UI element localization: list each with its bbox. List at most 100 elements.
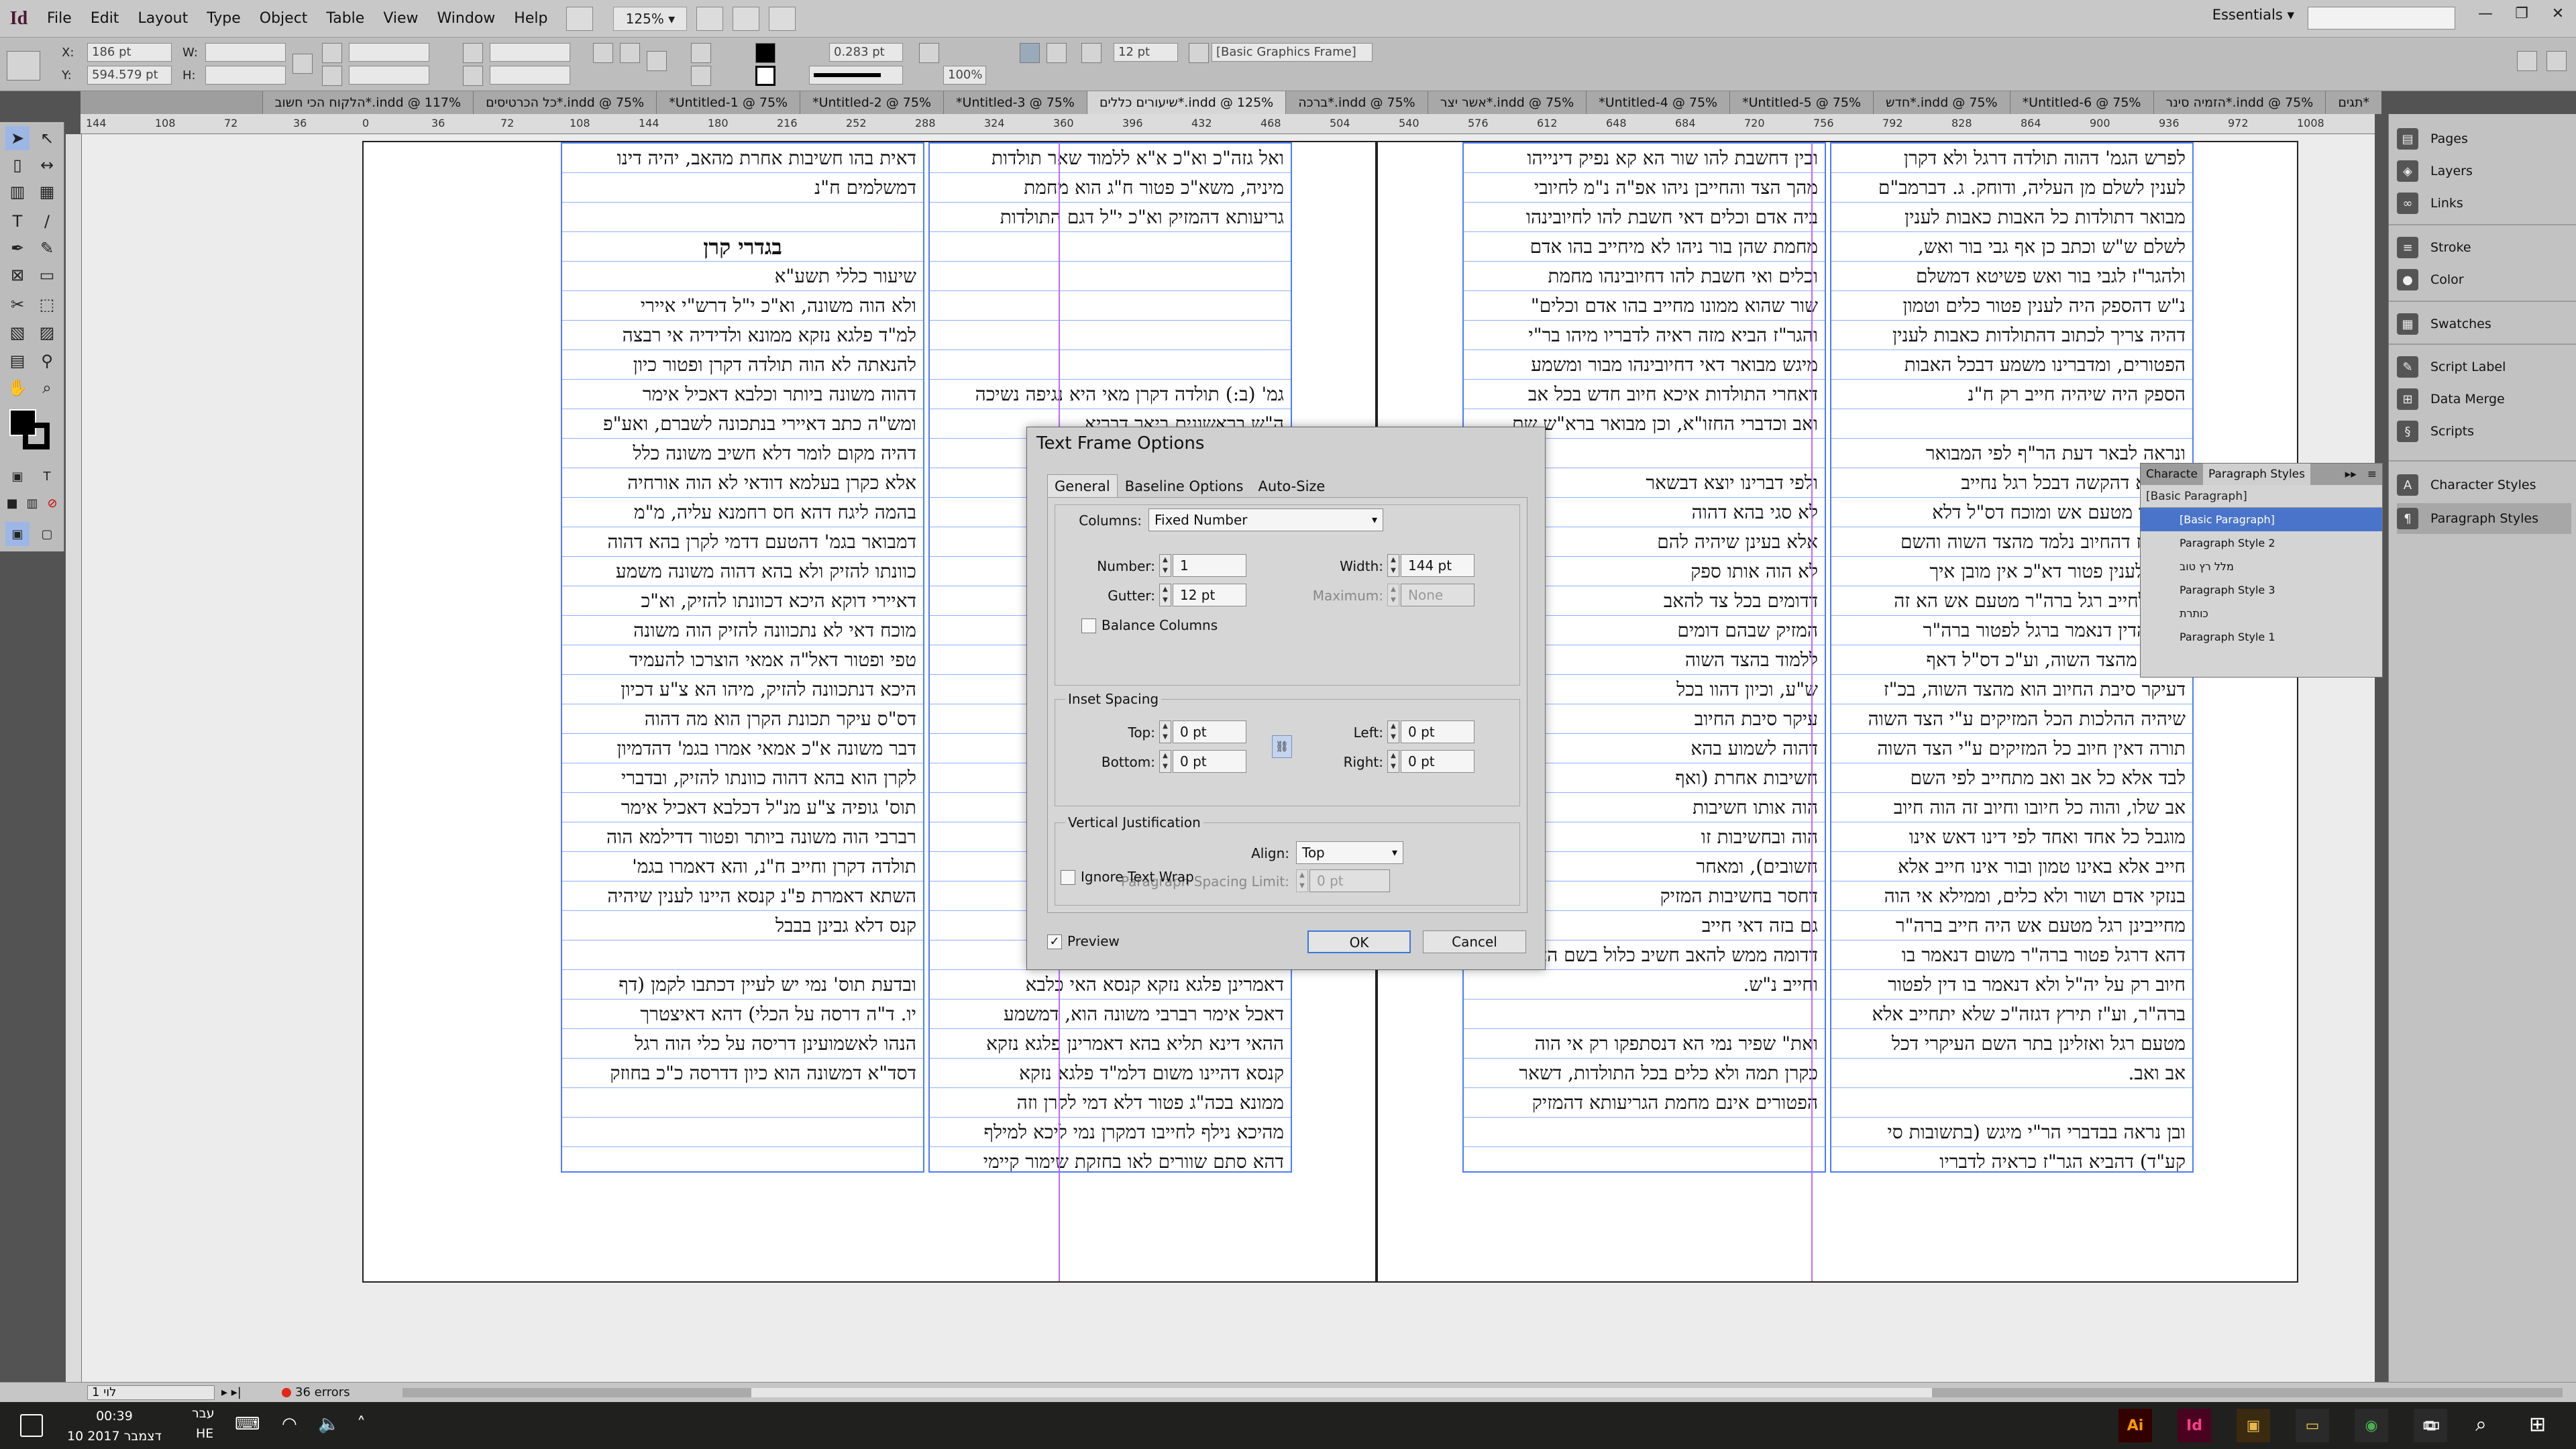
ignore-text-wrap-checkbox[interactable] bbox=[1061, 870, 1075, 885]
cancel-button[interactable]: Cancel bbox=[1423, 930, 1526, 953]
apply-none-icon[interactable]: ⊘ bbox=[40, 491, 64, 515]
frame-options-icon[interactable] bbox=[1189, 43, 1209, 63]
panel-color[interactable]: ● Color bbox=[2397, 264, 2571, 295]
panel-pages[interactable]: ▤ Pages bbox=[2397, 123, 2571, 154]
view-options-icon[interactable] bbox=[696, 6, 724, 31]
vertical-ruler[interactable] bbox=[66, 134, 82, 1382]
gutter-icon[interactable] bbox=[1081, 43, 1102, 63]
page-navigation-icon[interactable]: ▸ ▸| bbox=[221, 1385, 241, 1399]
windows-start-icon[interactable]: ⊞ bbox=[2529, 1413, 2546, 1436]
constrain-proportions-icon[interactable] bbox=[292, 54, 313, 74]
stroke-weight-field[interactable]: 0.283 pt bbox=[829, 43, 903, 62]
rotate-angle-icon[interactable] bbox=[463, 43, 483, 63]
text-frame-left-col[interactable]: דאית בהו חשיבות אחרת מהאב, יהיה דינו דמשל… bbox=[561, 142, 924, 1173]
close-button[interactable]: ✕ bbox=[2540, 0, 2576, 27]
panel-character-styles[interactable]: A Character Styles bbox=[2397, 470, 2571, 500]
panel-layers[interactable]: ◈ Layers bbox=[2397, 156, 2571, 186]
scissors-tool-icon[interactable]: ✂ bbox=[5, 292, 30, 317]
document-tab[interactable]: אשר יצר*.indd @ 75% bbox=[1427, 91, 1587, 114]
panel-links[interactable]: ∞ Links bbox=[2397, 188, 2571, 219]
page-tool-icon[interactable]: ▯ bbox=[5, 153, 30, 177]
document-tab[interactable]: כל הכרטיסים*.indd @ 75% bbox=[473, 91, 657, 114]
gradient-feather-tool-icon[interactable]: ▨ bbox=[35, 321, 59, 345]
menu-help[interactable]: Help bbox=[504, 0, 557, 38]
fit-content-icon[interactable] bbox=[1046, 43, 1067, 63]
top-field[interactable]: 0 pt bbox=[1173, 720, 1246, 743]
stroke-color-icon[interactable] bbox=[23, 423, 50, 449]
document-tab[interactable]: *Untitled-3 @ 75% bbox=[943, 91, 1087, 114]
type-tool-icon[interactable]: T bbox=[5, 209, 30, 233]
document-tab[interactable]: תגים* bbox=[2325, 91, 2381, 114]
paragraph-style-item[interactable]: Paragraph Style 3 bbox=[2141, 578, 2382, 602]
content-collector-icon[interactable]: ▥ bbox=[5, 180, 30, 204]
zoom-tool-icon[interactable]: ⌕ bbox=[35, 376, 59, 400]
volume-icon[interactable]: 🔈 bbox=[318, 1414, 339, 1434]
x-position-field[interactable]: 186 pt bbox=[87, 43, 172, 62]
right-stepper[interactable]: ▲ ▼ bbox=[1387, 750, 1399, 773]
content-placer-icon[interactable]: ▦ bbox=[35, 180, 59, 204]
minimize-button[interactable]: — bbox=[2467, 0, 2504, 27]
ok-button[interactable]: OK bbox=[1307, 930, 1411, 953]
eyedropper-tool-icon[interactable]: ⚲ bbox=[35, 349, 59, 373]
formatting-text-icon[interactable]: T bbox=[35, 464, 59, 488]
normal-mode-icon[interactable]: ▣ bbox=[5, 522, 30, 546]
tab-paragraph-styles[interactable]: Paragraph Styles bbox=[2202, 464, 2310, 485]
taskbar-app-icon[interactable]: ▭ bbox=[2296, 1409, 2329, 1442]
number-stepper[interactable]: ▲ ▼ bbox=[1159, 554, 1171, 577]
page-number-select[interactable]: 1 לוי bbox=[87, 1385, 215, 1400]
left-field[interactable]: 0 pt bbox=[1401, 720, 1474, 743]
panel-data-merge[interactable]: ⊞ Data Merge bbox=[2397, 384, 2571, 415]
menu-edit[interactable]: Edit bbox=[81, 0, 129, 38]
rotate-90-cw-icon[interactable] bbox=[593, 43, 613, 63]
line-tool-icon[interactable]: / bbox=[35, 209, 59, 233]
document-tab[interactable]: *Untitled-6 @ 75% bbox=[2009, 91, 2153, 114]
shear-angle-field[interactable] bbox=[490, 66, 570, 85]
stroke-type-select[interactable] bbox=[809, 66, 903, 85]
panel-stroke[interactable]: ≡ Stroke bbox=[2397, 232, 2571, 263]
document-tab[interactable]: ברכה*.indd @ 75% bbox=[1285, 91, 1428, 114]
horizontal-scrollbar[interactable] bbox=[402, 1388, 2563, 1397]
menu-type[interactable]: Type bbox=[197, 0, 250, 38]
rotate-90-ccw-icon[interactable] bbox=[620, 43, 640, 63]
preview-checkbox[interactable]: ✓ bbox=[1047, 934, 1062, 949]
gutter-stepper[interactable]: ▲ ▼ bbox=[1159, 584, 1171, 606]
zoom-level-select[interactable]: 125% ▾ bbox=[613, 6, 688, 31]
menu-layout[interactable]: Layout bbox=[128, 0, 197, 38]
taskbar-app-icon[interactable]: ▣ bbox=[2237, 1409, 2270, 1442]
text-frame-right-col[interactable]: לפרש הגמ' דהוה תולדה דרגל ולא דקרן לענין … bbox=[1830, 142, 2194, 1173]
note-tool-icon[interactable]: ▤ bbox=[5, 349, 30, 373]
width-stepper[interactable]: ▲ ▼ bbox=[1387, 554, 1399, 577]
document-tab[interactable]: הזמיה סינר*.indd @ 75% bbox=[2153, 91, 2326, 114]
left-stepper[interactable]: ▲ ▼ bbox=[1387, 720, 1399, 743]
chain-link-icon[interactable]: ⛓ bbox=[1272, 735, 1292, 758]
flip-icon[interactable] bbox=[647, 51, 667, 71]
horizontal-ruler[interactable]: 144 108 72 36 0 36 72 108 144 180 216 252 288 324 360 3… bbox=[80, 114, 2375, 134]
tab-character-styles[interactable]: Characte bbox=[2141, 468, 2203, 481]
language-indicator[interactable]: עבר bbox=[192, 1406, 215, 1421]
rectangle-tool-icon[interactable]: ▭ bbox=[35, 263, 59, 287]
gutter-field[interactable]: 12 pt bbox=[1173, 584, 1246, 606]
text-wrap-icon[interactable] bbox=[919, 43, 939, 63]
scale-y-icon[interactable] bbox=[322, 66, 342, 86]
y-position-field[interactable]: 594.579 pt bbox=[87, 66, 172, 85]
bridge-icon[interactable] bbox=[566, 6, 594, 31]
clock[interactable]: 00:39 10 דצמבר 2017 bbox=[67, 1406, 162, 1446]
opacity-field[interactable]: 100% bbox=[943, 66, 986, 85]
bottom-field[interactable]: 0 pt bbox=[1173, 750, 1246, 773]
top-stepper[interactable]: ▲ ▼ bbox=[1159, 720, 1171, 743]
scale-y-field[interactable] bbox=[349, 66, 429, 85]
shear-angle-icon[interactable] bbox=[463, 66, 483, 86]
preview-mode-icon[interactable]: ▢ bbox=[35, 522, 59, 546]
menu-view[interactable]: View bbox=[374, 0, 427, 38]
menu-window[interactable]: Window bbox=[428, 0, 505, 38]
select-container-icon[interactable] bbox=[691, 43, 711, 63]
taskbar-app-icon[interactable]: ◉ bbox=[2355, 1409, 2388, 1442]
workspace-switcher[interactable]: Essentials ▾ bbox=[2212, 7, 2294, 23]
tab-auto-size[interactable]: Auto-Size bbox=[1251, 474, 1333, 497]
panel-paragraph-styles[interactable]: ¶ Paragraph Styles bbox=[2397, 503, 2571, 534]
task-view-icon[interactable]: ▭ bbox=[2422, 1413, 2440, 1436]
column-gutter-field[interactable]: 12 pt bbox=[1114, 43, 1178, 62]
document-tab[interactable]: *Untitled-1 @ 75% bbox=[656, 91, 800, 114]
balance-columns-checkbox[interactable] bbox=[1081, 619, 1096, 633]
menu-file[interactable]: File bbox=[38, 0, 81, 38]
